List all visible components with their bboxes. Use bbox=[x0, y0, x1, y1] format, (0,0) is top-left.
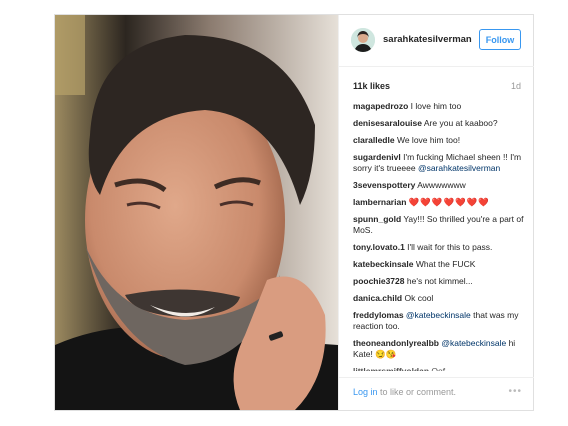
comment-username[interactable]: denisesaralouise bbox=[353, 118, 422, 128]
comment-text: I'll wait for this to pass. bbox=[407, 242, 493, 252]
comment-item: littlemrsmiffyoldan Oof bbox=[353, 366, 525, 371]
comment-text: Are you at kaaboo? bbox=[423, 118, 498, 128]
comment-item: freddylomas @katebeckinsale that was my … bbox=[353, 310, 525, 332]
comment-mention[interactable]: @katebeckinsale bbox=[441, 338, 506, 348]
follow-button[interactable]: Follow bbox=[479, 29, 521, 50]
instagram-post: sarahkatesilverman Follow 11k likes 1d m… bbox=[54, 14, 534, 411]
post-photo-illustration bbox=[55, 15, 338, 410]
comment-item: sugardenivl I'm fucking Michael sheen !!… bbox=[353, 152, 525, 174]
comment-username[interactable]: littlemrsmiffyoldan bbox=[353, 366, 429, 371]
comment-username[interactable]: theoneandonlyrealbb bbox=[353, 338, 439, 348]
comment-text: What the FUCK bbox=[415, 259, 476, 269]
comment-mention[interactable]: @sarahkatesilverman bbox=[418, 163, 500, 173]
comment-text: We love him too! bbox=[396, 135, 461, 145]
post-footer: Log in to like or comment. ••• bbox=[339, 377, 534, 410]
post-header: sarahkatesilverman Follow bbox=[339, 15, 534, 67]
likes-count[interactable]: 11k likes bbox=[353, 81, 390, 91]
comment-item: lambernarian ❤️❤️❤️❤️❤️❤️❤️ bbox=[353, 197, 525, 208]
comment-username[interactable]: claralledle bbox=[353, 135, 395, 145]
login-prompt: Log in to like or comment. bbox=[353, 387, 456, 397]
comment-text: Ok cool bbox=[404, 293, 434, 303]
comment-item: katebeckinsale What the FUCK bbox=[353, 259, 525, 270]
comment-username[interactable]: lambernarian bbox=[353, 197, 406, 207]
comment-item: tony.lovato.1 I'll wait for this to pass… bbox=[353, 242, 525, 253]
comment-username[interactable]: katebeckinsale bbox=[353, 259, 413, 269]
comment-item: magapedrozo I love him too bbox=[353, 101, 525, 112]
username[interactable]: sarahkatesilverman bbox=[383, 34, 472, 45]
avatar-image bbox=[351, 28, 375, 52]
comment-item: claralledle We love him too! bbox=[353, 135, 525, 146]
comment-item: spunn_gold Yay!!! So thrilled you're a p… bbox=[353, 214, 525, 236]
comment-text: ❤️❤️❤️❤️❤️❤️❤️ bbox=[408, 197, 490, 207]
likes-row: 11k likes 1d bbox=[353, 81, 521, 91]
timestamp[interactable]: 1d bbox=[511, 81, 521, 91]
comment-username[interactable]: 3sevenspottery bbox=[353, 180, 415, 190]
post-photo[interactable] bbox=[55, 15, 338, 410]
comment-item: theoneandonlyrealbb @katebeckinsale hi K… bbox=[353, 338, 525, 360]
login-prompt-text: to like or comment. bbox=[377, 387, 457, 397]
comment-text: Oof bbox=[431, 366, 446, 371]
comment-username[interactable]: magapedrozo bbox=[353, 101, 408, 111]
comment-item: 3sevenspottery Awwwwwww bbox=[353, 180, 525, 191]
comments-list: magapedrozo I love him too denisesaraloui… bbox=[353, 101, 525, 371]
avatar[interactable] bbox=[351, 28, 375, 52]
comment-username[interactable]: spunn_gold bbox=[353, 214, 401, 224]
comment-username[interactable]: freddylomas bbox=[353, 310, 404, 320]
comment-item: poochie3728 he's not kimmel... bbox=[353, 276, 525, 287]
login-link[interactable]: Log in bbox=[353, 387, 378, 397]
comment-item: denisesaralouise Are you at kaaboo? bbox=[353, 118, 525, 129]
comment-mention[interactable]: @katebeckinsale bbox=[406, 310, 471, 320]
comment-item: danica.child Ok cool bbox=[353, 293, 525, 304]
comment-text: he's not kimmel... bbox=[406, 276, 473, 286]
comment-text: I love him too bbox=[410, 101, 462, 111]
comment-username[interactable]: poochie3728 bbox=[353, 276, 405, 286]
more-options-icon[interactable]: ••• bbox=[508, 386, 522, 397]
comment-username[interactable]: tony.lovato.1 bbox=[353, 242, 405, 252]
comment-text: Awwwwwww bbox=[417, 180, 466, 190]
comment-username[interactable]: danica.child bbox=[353, 293, 402, 303]
comment-username[interactable]: sugardenivl bbox=[353, 152, 401, 162]
post-sidebar: sarahkatesilverman Follow 11k likes 1d m… bbox=[338, 15, 534, 410]
